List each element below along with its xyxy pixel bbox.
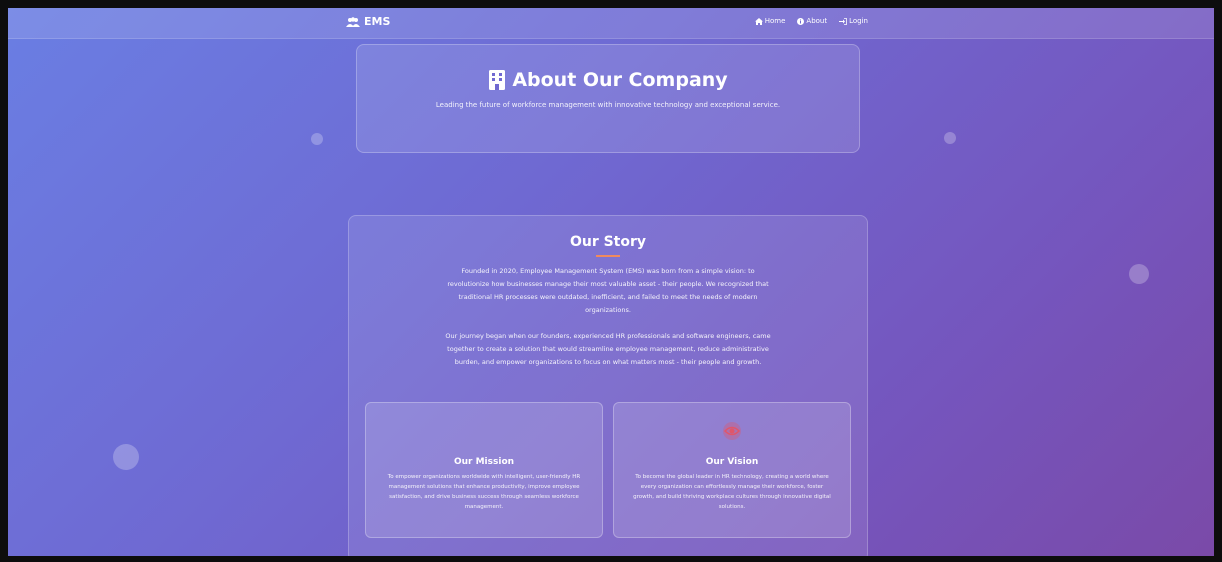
- nav-link-about[interactable]: About: [797, 17, 827, 25]
- story-title: Our Story: [569, 234, 647, 250]
- nav-link-home-label: Home: [764, 17, 786, 25]
- vision-card-body: Our Vision To become the global leader i…: [614, 457, 850, 512]
- decorative-bubble: [311, 133, 323, 145]
- nav-link-about-label: About: [806, 17, 828, 25]
- story-section: Our Story Founded in 2020, Employee Mana…: [348, 215, 868, 556]
- info-icon: [797, 17, 805, 25]
- story-paragraph-1: Founded in 2020, Employee Management Sys…: [447, 267, 769, 314]
- title-underline: [596, 255, 620, 257]
- nav-link-login-label: Login: [849, 17, 868, 25]
- nav-links: Home About Login: [754, 17, 868, 25]
- page-title-text: About Our Company: [512, 69, 728, 91]
- vision-text: To become the global leader in HR techno…: [633, 474, 831, 510]
- mission-text: To empower organizations worldwide with …: [387, 474, 581, 510]
- building-icon: [488, 70, 506, 90]
- vision-card: Our Vision To become the global leader i…: [613, 402, 851, 538]
- decorative-bubble: [1129, 264, 1149, 284]
- login-icon: [839, 17, 848, 25]
- nav-link-home[interactable]: Home: [754, 17, 786, 25]
- mission-card-body: Our Mission To empower organizations wor…: [366, 457, 602, 512]
- story-paragraph-2: Our journey began when our founders, exp…: [445, 332, 771, 366]
- eye-icon: [722, 421, 742, 441]
- brand-name: EMS: [364, 15, 391, 28]
- home-icon: [754, 17, 763, 25]
- vision-title: Our Vision: [705, 457, 759, 467]
- users-icon: [346, 16, 360, 27]
- decorative-bubble: [113, 444, 139, 470]
- mission-title: Our Mission: [453, 457, 515, 467]
- page-subtitle: Leading the future of workforce manageme…: [435, 101, 781, 109]
- decorative-bubble: [944, 132, 956, 144]
- navbar: EMS Home About Login: [8, 8, 1214, 39]
- page-title: About Our Company: [357, 69, 859, 91]
- hero-card: About Our Company Leading the future of …: [356, 44, 860, 153]
- mission-card: Our Mission To empower organizations wor…: [365, 402, 603, 538]
- nav-link-login[interactable]: Login: [839, 17, 868, 25]
- brand-logo[interactable]: EMS: [346, 15, 390, 28]
- page-viewport: EMS Home About Login About Our Company L…: [8, 8, 1214, 556]
